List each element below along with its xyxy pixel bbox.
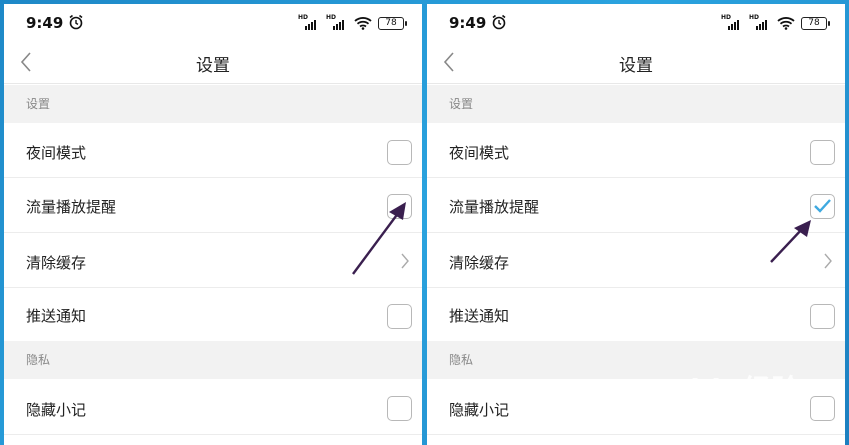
row-hide-notes[interactable]: 隐藏小记 [4,379,422,435]
night-mode-checkbox[interactable] [387,140,412,165]
status-bar: 9:49 HD HD 78 [427,4,845,40]
page-title: 设置 [196,56,230,76]
data-playback-alert-label: 流量播放提醒 [26,198,117,216]
row-night-mode[interactable]: 夜间模式 [4,123,422,178]
push-notifications-checkbox[interactable] [387,304,412,329]
night-mode-label: 夜间模式 [26,144,87,162]
wifi-icon [777,17,795,30]
status-time: 9:49 [26,14,64,32]
push-notifications-label: 推送通知 [26,307,87,325]
phone-screen-before: 9:49 HD HD 78 设置 设置 夜间模式 流量播放提醒 清除缓存 推送通… [4,4,422,445]
signal-1-icon: HD [721,14,743,30]
nav-bar: 设置 [427,40,845,84]
alarm-icon [492,14,506,30]
hide-notes-label: 隐藏小记 [449,401,510,419]
wifi-icon [354,17,372,30]
row-night-mode[interactable]: 夜间模式 [427,123,845,178]
page-title: 设置 [619,56,653,76]
battery-icon: 78 [378,16,407,30]
status-icons: HD HD 78 [298,14,407,31]
push-notifications-checkbox[interactable] [810,304,835,329]
row-push-notifications[interactable]: 推送通知 [4,288,422,341]
section-header-settings: 设置 [4,85,422,123]
signal-2-icon: HD [749,14,771,30]
section-header-privacy: 隐私 [4,341,422,379]
clear-cache-label: 清除缓存 [449,254,510,272]
pointer-arrow [352,202,406,275]
battery-icon: 78 [801,16,830,30]
status-time: 9:49 [449,14,487,32]
baidu-jingyan-watermark: Baidu经验 jingyan.baidu.com [648,368,828,428]
watermark-logo-text: Baidu经验 [648,373,801,406]
status-bar: 9:49 HD HD 78 [4,4,422,40]
nav-bar: 设置 [4,40,422,84]
night-mode-checkbox[interactable] [810,140,835,165]
section-header-settings: 设置 [427,85,845,123]
signal-2-icon: HD [326,14,348,30]
night-mode-label: 夜间模式 [449,144,510,162]
status-icons: HD HD 78 [721,14,830,31]
checkmark-icon [814,199,831,213]
push-notifications-label: 推送通知 [449,307,510,325]
signal-1-icon: HD [298,14,320,30]
hide-notes-checkbox[interactable] [387,396,412,421]
hide-notes-label: 隐藏小记 [26,401,87,419]
clear-cache-label: 清除缓存 [26,254,87,272]
pointer-arrow [770,220,811,263]
watermark-url: jingyan.baidu.com [652,404,754,417]
data-playback-alert-label: 流量播放提醒 [449,198,540,216]
alarm-icon [69,14,83,30]
